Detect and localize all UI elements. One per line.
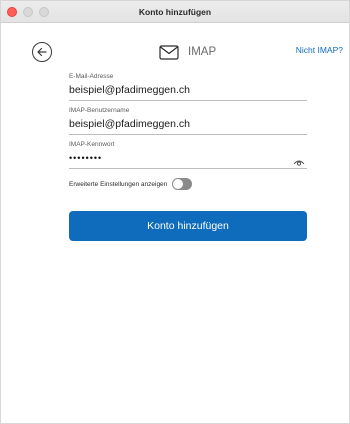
username-field-underline <box>69 134 307 135</box>
add-account-button[interactable]: Konto hinzufügen <box>69 211 307 241</box>
protocol-label: IMAP <box>188 46 217 58</box>
email-field-label: E-Mail-Adresse <box>69 73 114 80</box>
email-input[interactable]: beispiel@pfadimeggen.ch <box>69 83 307 97</box>
not-imap-link[interactable]: Nicht IMAP? <box>296 45 343 55</box>
eye-icon[interactable] <box>293 157 305 167</box>
email-field-underline <box>69 100 307 101</box>
arrow-left-icon <box>37 47 47 57</box>
username-field[interactable]: IMAP-Benutzername beispiel@pfadimeggen.c… <box>69 107 307 135</box>
back-button[interactable] <box>32 42 52 62</box>
advanced-settings-toggle[interactable] <box>172 178 193 190</box>
window-title: Konto hinzufügen <box>138 7 212 17</box>
title-bar: Konto hinzufügen <box>1 1 349 23</box>
protocol-header: IMAP <box>159 42 216 62</box>
advanced-settings-label: Erweiterte Einstellungen anzeigen <box>69 180 168 188</box>
envelope-icon <box>159 44 179 60</box>
password-field-label: IMAP-Kennwort <box>69 141 115 148</box>
password-field-underline <box>69 168 307 169</box>
password-field[interactable]: IMAP-Kennwort •••••••• <box>69 141 307 169</box>
email-field[interactable]: E-Mail-Adresse beispiel@pfadimeggen.ch <box>69 73 307 101</box>
toggle-knob <box>173 179 184 189</box>
account-window: Konto hinzufügen IMAP Nicht IMAP? E-Mail… <box>0 0 350 424</box>
password-input[interactable]: •••••••• <box>69 151 307 165</box>
username-field-label: IMAP-Benutzername <box>69 107 130 114</box>
advanced-settings-row: Erweiterte Einstellungen anzeigen <box>69 178 193 190</box>
username-input[interactable]: beispiel@pfadimeggen.ch <box>69 117 307 131</box>
